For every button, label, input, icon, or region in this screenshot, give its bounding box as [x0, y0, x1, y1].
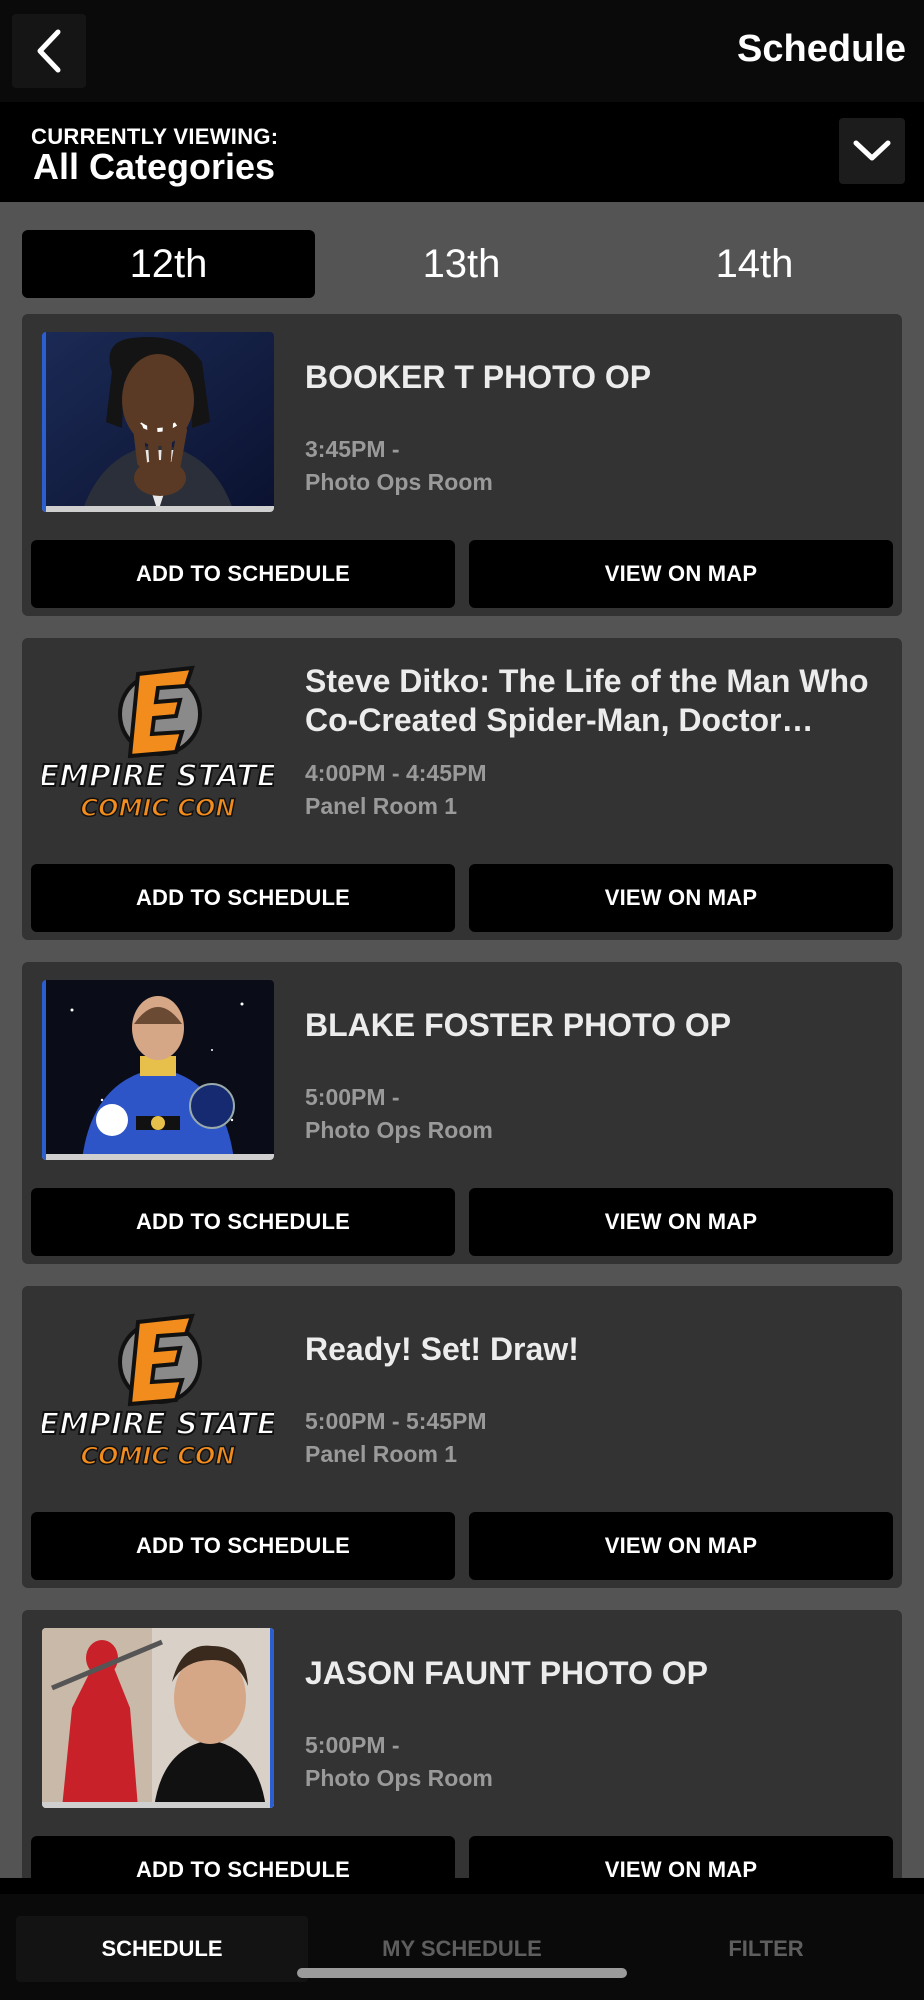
logo-text-comic-con: COMIC CON	[81, 1442, 236, 1470]
add-to-schedule-button[interactable]: ADD TO SCHEDULE	[31, 1836, 455, 1878]
view-on-map-button[interactable]: VIEW ON MAP	[469, 864, 893, 932]
event-title: Steve Ditko: The Life of the Man Who Co-…	[305, 663, 869, 738]
add-to-schedule-button[interactable]: ADD TO SCHEDULE	[31, 864, 455, 932]
event-time: 5:00PM - 5:45PM	[305, 1408, 487, 1434]
tab-filter[interactable]: FILTER	[620, 1916, 912, 1982]
page-title: Schedule	[737, 28, 906, 70]
schedule-content[interactable]: 12th 13th 14th BOOKER T PHOTO OP 3:45PM …	[0, 202, 924, 1878]
event-time: 3:45PM -	[305, 436, 400, 462]
category-dropdown-button[interactable]	[839, 118, 905, 184]
event-card[interactable]: JASON FAUNT PHOTO OP 5:00PM - Photo Ops …	[22, 1610, 902, 1878]
bottom-tab-bar: SCHEDULE MY SCHEDULE FILTER	[0, 1894, 924, 2000]
tab-schedule[interactable]: SCHEDULE	[16, 1916, 308, 1982]
event-location: Panel Room 1	[305, 793, 458, 819]
logo-text-empire-state: EMPIRE STATE	[42, 1407, 274, 1442]
event-time: 5:00PM -	[305, 1084, 400, 1110]
home-indicator	[297, 1968, 627, 1978]
event-card[interactable]: EMPIRE STATE COMIC CON Ready! Set! Draw!…	[22, 1286, 902, 1588]
empire-state-comic-con-logo: EMPIRE STATE COMIC CON	[42, 1304, 274, 1484]
event-title: JASON FAUNT PHOTO OP	[305, 1655, 709, 1691]
event-title: BOOKER T PHOTO OP	[305, 359, 652, 395]
event-location: Photo Ops Room	[305, 1117, 493, 1143]
tab-day-12th[interactable]: 12th	[22, 230, 315, 298]
event-location: Photo Ops Room	[305, 469, 493, 495]
event-time: 5:00PM -	[305, 1732, 400, 1758]
event-title: BLAKE FOSTER PHOTO OP	[305, 1007, 732, 1043]
add-to-schedule-button[interactable]: ADD TO SCHEDULE	[31, 540, 455, 608]
jason-faunt-photo	[42, 1628, 274, 1808]
view-on-map-button[interactable]: VIEW ON MAP	[469, 540, 893, 608]
event-title: Ready! Set! Draw!	[305, 1331, 579, 1367]
tab-day-14th[interactable]: 14th	[608, 230, 901, 298]
chevron-left-icon	[37, 29, 61, 73]
category-value: All Categories	[33, 146, 276, 187]
tab-day-13th[interactable]: 13th	[315, 230, 608, 298]
blake-foster-photo	[42, 980, 274, 1160]
top-nav-bar: Schedule	[0, 0, 924, 102]
event-location: Photo Ops Room	[305, 1765, 493, 1791]
event-card[interactable]: BLAKE FOSTER PHOTO OP 5:00PM - Photo Ops…	[22, 962, 902, 1264]
booker-t-photo	[42, 332, 274, 512]
add-to-schedule-button[interactable]: ADD TO SCHEDULE	[31, 1512, 455, 1580]
day-tabs: 12th 13th 14th	[22, 230, 902, 298]
back-button[interactable]	[12, 14, 86, 88]
add-to-schedule-button[interactable]: ADD TO SCHEDULE	[31, 1188, 455, 1256]
view-on-map-button[interactable]: VIEW ON MAP	[469, 1836, 893, 1878]
event-card[interactable]: BOOKER T PHOTO OP 3:45PM - Photo Ops Roo…	[22, 314, 902, 616]
event-time: 4:00PM - 4:45PM	[305, 760, 487, 786]
view-on-map-button[interactable]: VIEW ON MAP	[469, 1188, 893, 1256]
event-card[interactable]: EMPIRE STATE COMIC CON Steve Ditko: The …	[22, 638, 902, 940]
logo-text-comic-con: COMIC CON	[81, 794, 236, 822]
event-location: Panel Room 1	[305, 1441, 458, 1467]
logo-text-empire-state: EMPIRE STATE	[42, 759, 274, 794]
chevron-down-icon	[853, 140, 891, 161]
empire-state-comic-con-logo: EMPIRE STATE COMIC CON	[42, 656, 274, 836]
view-on-map-button[interactable]: VIEW ON MAP	[469, 1512, 893, 1580]
